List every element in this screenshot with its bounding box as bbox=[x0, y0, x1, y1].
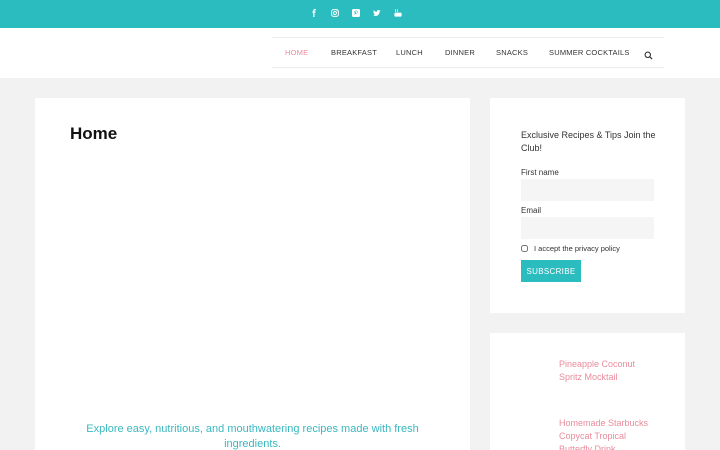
recent-post-link[interactable]: Pineapple Coconut Spritz Mocktail bbox=[559, 358, 659, 384]
nav-item-home[interactable]: HOME bbox=[285, 48, 308, 57]
newsletter-title: Exclusive Recipes & Tips Join the Club! bbox=[521, 130, 656, 153]
site-header: HOME BREAKFAST LUNCH DINNER SNACKS SUMME… bbox=[0, 28, 720, 78]
twitter-icon[interactable] bbox=[371, 7, 383, 19]
recent-posts-widget: Pineapple Coconut Spritz Mocktail Homema… bbox=[490, 333, 685, 450]
nav-item-summer-cocktails[interactable]: SUMMER COCKTAILS bbox=[549, 48, 630, 57]
recent-post-link[interactable]: Homemade Starbucks Copycat Tropical Butt… bbox=[559, 417, 659, 450]
first-name-label: First name bbox=[521, 168, 559, 177]
privacy-checkbox[interactable] bbox=[521, 245, 528, 252]
instagram-icon[interactable] bbox=[329, 7, 341, 19]
top-social-bar bbox=[0, 0, 720, 28]
first-name-field[interactable] bbox=[521, 179, 654, 201]
nav-item-snacks[interactable]: SNACKS bbox=[496, 48, 528, 57]
search-icon[interactable] bbox=[644, 47, 654, 60]
youtube-icon[interactable] bbox=[392, 7, 404, 19]
social-links bbox=[308, 7, 404, 19]
nav-item-dinner[interactable]: DINNER bbox=[445, 48, 475, 57]
nav-item-breakfast[interactable]: BREAKFAST bbox=[331, 48, 377, 57]
privacy-consent: I accept the privacy policy bbox=[521, 244, 620, 253]
main-navigation: HOME BREAKFAST LUNCH DINNER SNACKS SUMME… bbox=[272, 37, 664, 68]
email-field[interactable] bbox=[521, 217, 654, 239]
facebook-icon[interactable] bbox=[308, 7, 320, 19]
email-label: Email bbox=[521, 206, 542, 215]
nav-item-lunch[interactable]: LUNCH bbox=[396, 48, 423, 57]
privacy-label: I accept the privacy policy bbox=[534, 244, 620, 253]
main-content: Home Explore easy, nutritious, and mouth… bbox=[35, 98, 470, 450]
page-title: Home bbox=[70, 124, 118, 143]
site-tagline: Explore easy, nutritious, and mouthwater… bbox=[86, 423, 419, 450]
newsletter-widget: Exclusive Recipes & Tips Join the Club! … bbox=[490, 98, 685, 313]
pinterest-icon[interactable] bbox=[350, 7, 362, 19]
subscribe-button[interactable]: SUBSCRIBE bbox=[521, 260, 581, 282]
